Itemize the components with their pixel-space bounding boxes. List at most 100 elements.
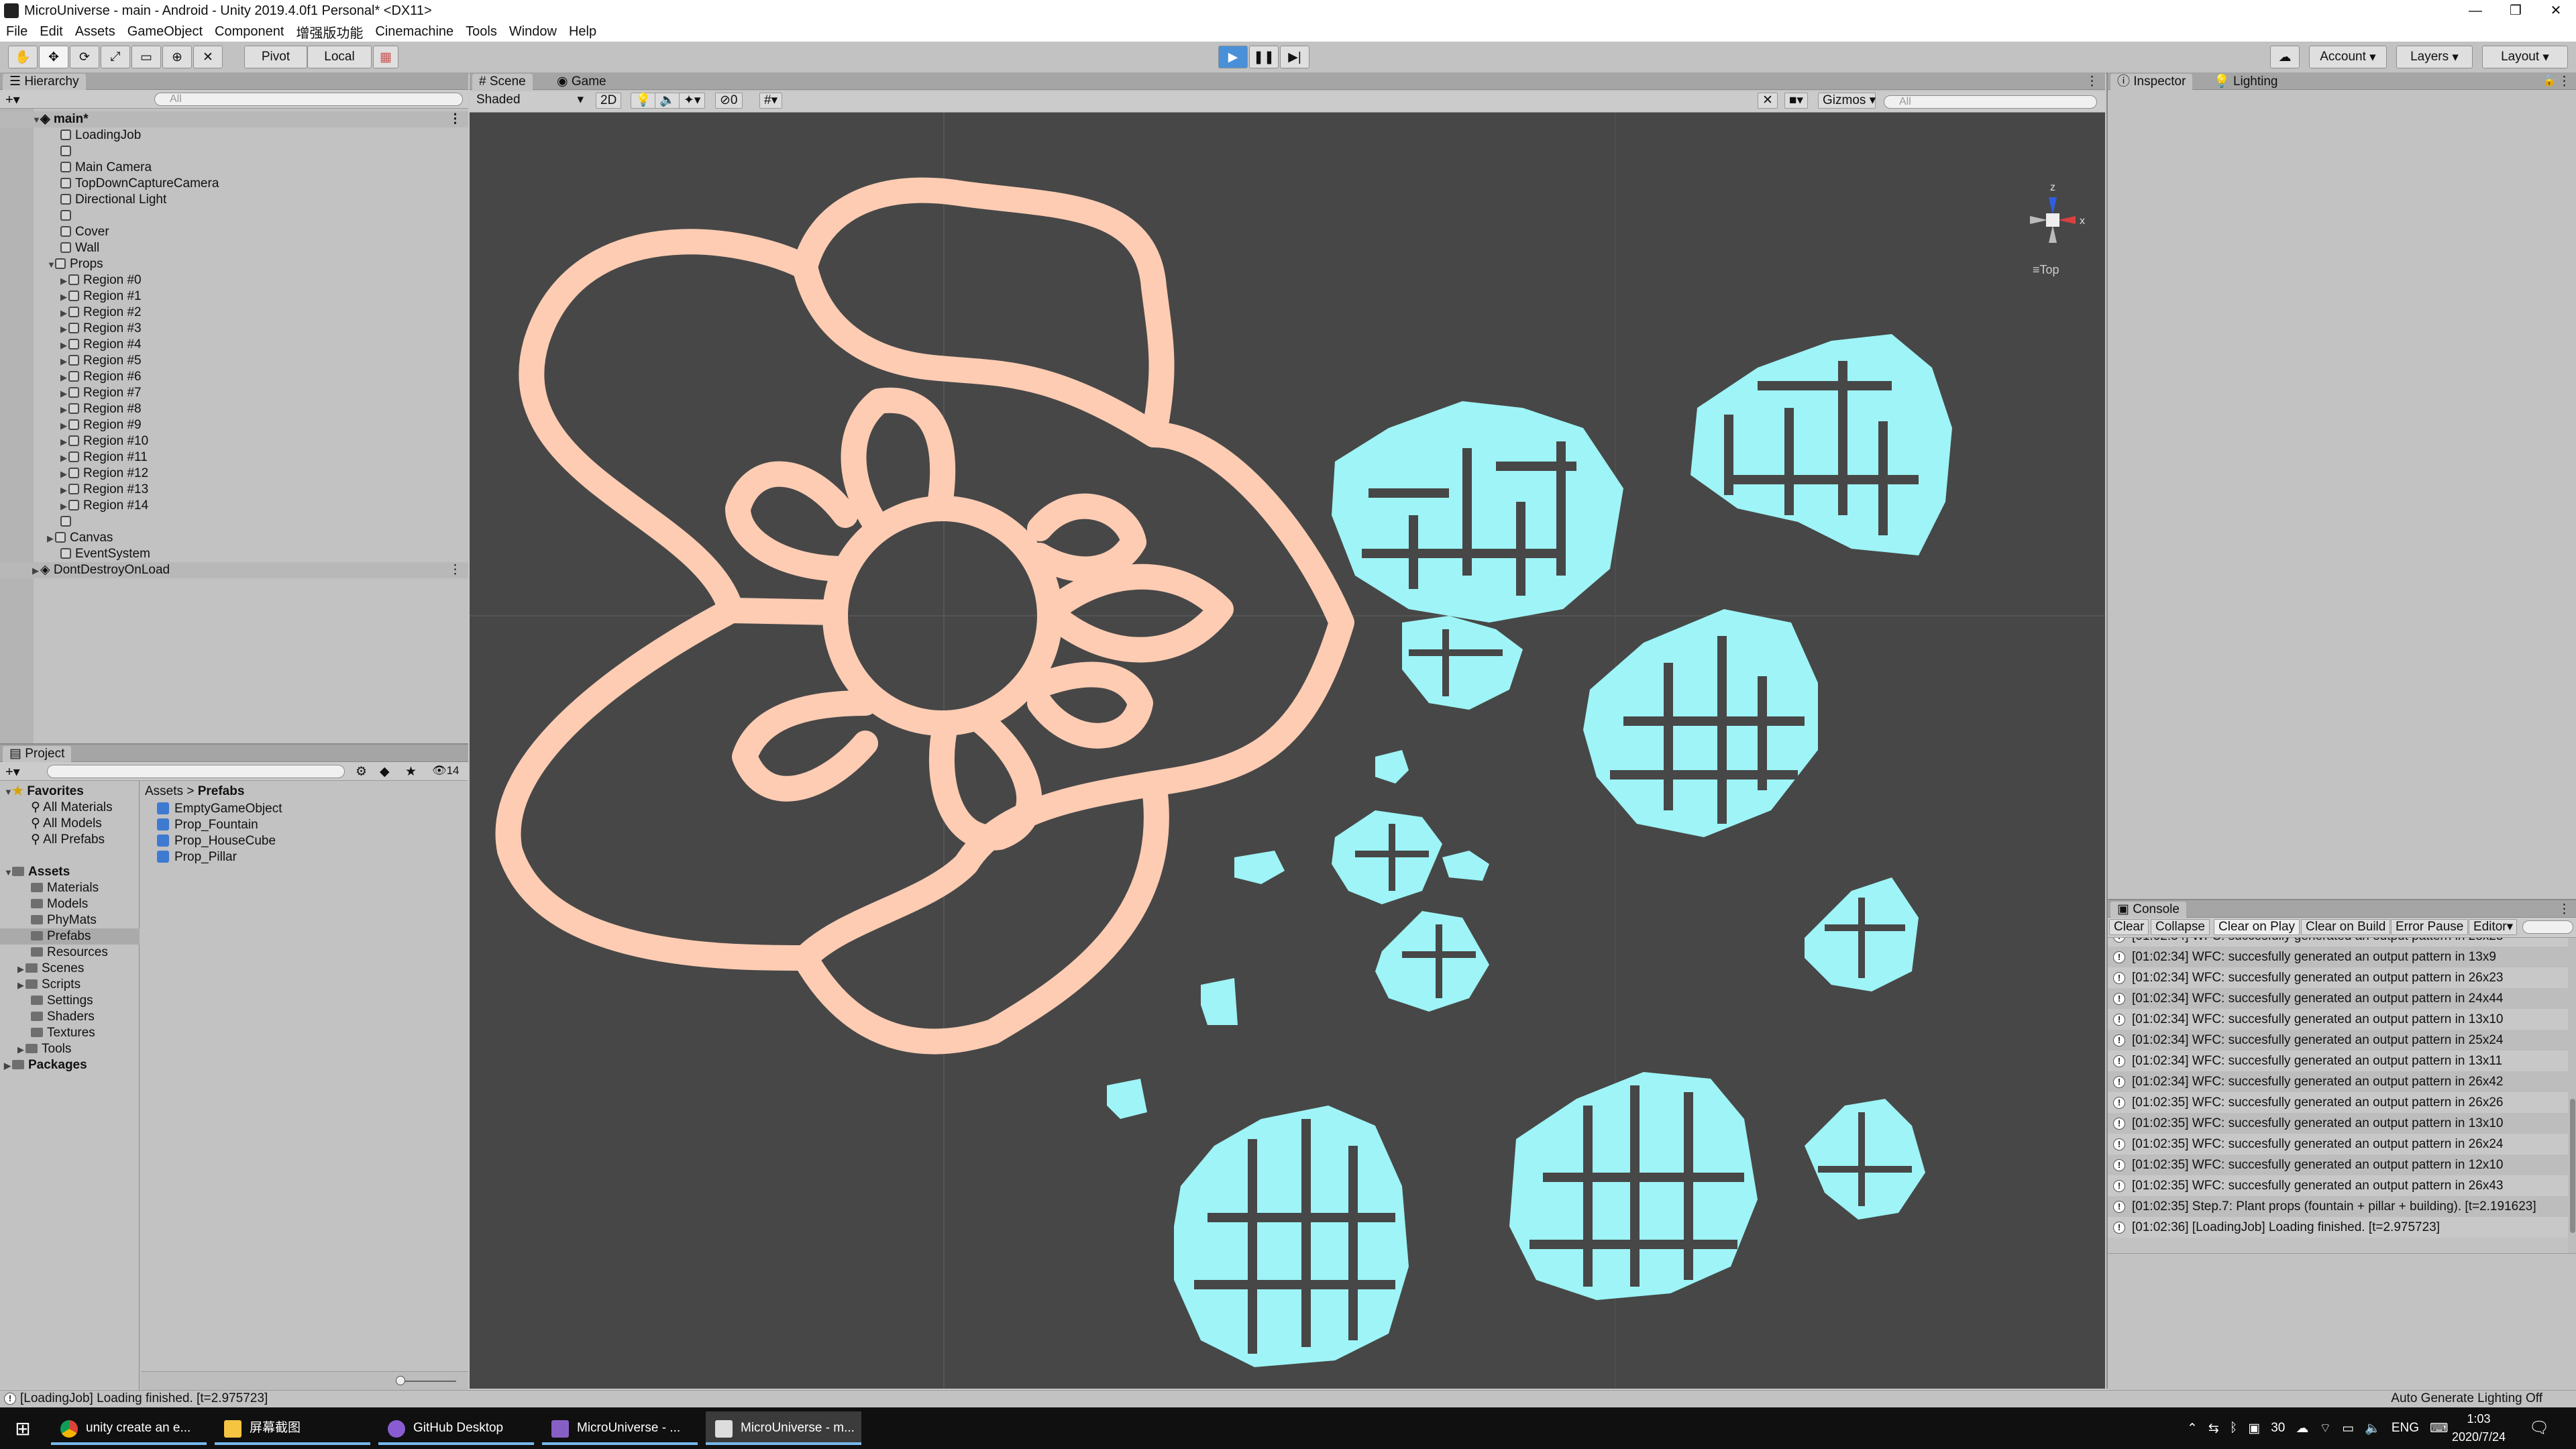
tray-cloud-icon[interactable]: ☁ (2296, 1421, 2308, 1436)
menu-edit[interactable]: Edit (34, 24, 68, 40)
hierarchy-item[interactable]: Main Camera (0, 160, 468, 176)
scene-menu-icon[interactable]: ⋮ (449, 562, 462, 578)
asset-folder[interactable]: Shaders (31, 1009, 95, 1025)
hierarchy-region-item[interactable]: ▶ Region #9 (0, 417, 468, 433)
tray-network-icon[interactable]: ⇆ (2208, 1421, 2219, 1436)
hierarchy-search-input[interactable]: All (154, 93, 463, 106)
console-log-row[interactable]: ! [01:02:35] WFC: succesfully generated a… (2108, 1092, 2568, 1113)
taskbar-app-visual-studio[interactable]: MicroUniverse - ... (542, 1411, 698, 1445)
transform-tool-button[interactable]: ⊕ (162, 46, 192, 68)
status-message[interactable]: [LoadingJob] Loading finished. [t=2.9757… (20, 1391, 268, 1407)
console-clear-on-play-button[interactable]: Clear on Play (2214, 919, 2300, 935)
hierarchy-item[interactable] (0, 514, 468, 530)
start-button[interactable]: ⊞ (0, 1407, 46, 1449)
assets-header[interactable]: ▼ Assets (4, 864, 70, 880)
console-log-row[interactable]: ! [01:02:34] WFC: succesfully generated a… (2108, 988, 2568, 1009)
rect-tool-button[interactable]: ▭ (131, 46, 161, 68)
console-log-row[interactable]: ! [01:02:34] WFC: succesfully generated a… (2108, 967, 2568, 988)
hierarchy-region-item[interactable]: ▶ Region #6 (0, 369, 468, 385)
console-log-row[interactable]: ! [01:02:35] WFC: succesfully generated a… (2108, 1175, 2568, 1196)
scene-viewport[interactable]: z x ≡Top (470, 113, 2105, 1389)
asset-folder[interactable]: Materials (31, 880, 99, 896)
hierarchy-region-item[interactable]: ▶ Region #12 (0, 466, 468, 482)
hierarchy-region-item[interactable]: ▶ Region #8 (0, 401, 468, 417)
console-log-row[interactable]: ! [01:02:34] WFC: succesfully generated a… (2108, 947, 2568, 967)
gizmos-dropdown[interactable]: Gizmos ▾ (1818, 93, 1876, 109)
close-button[interactable]: ✕ (2536, 0, 2576, 21)
asset-folder[interactable]: Resources (31, 945, 108, 961)
menu-window[interactable]: Window (503, 24, 563, 40)
menu-assets[interactable]: Assets (69, 24, 121, 40)
asset-folder[interactable]: Textures (31, 1025, 95, 1041)
lighting-status[interactable]: Auto Generate Lighting Off (2391, 1391, 2542, 1407)
move-tool-button[interactable]: ✥ (39, 46, 68, 68)
breadcrumb-assets[interactable]: Assets (145, 784, 183, 798)
minimize-button[interactable]: — (2455, 0, 2496, 21)
project-create-button[interactable]: +▾ (5, 763, 20, 780)
tray-bluetooth-icon[interactable]: ᛒ (2230, 1421, 2237, 1436)
project-search-input[interactable] (47, 765, 345, 778)
console-error-pause-button[interactable]: Error Pause (2391, 919, 2469, 935)
gizmo-axis-z[interactable] (2049, 197, 2057, 215)
hierarchy-region-item[interactable]: ▶ Region #5 (0, 353, 468, 369)
console-menu-icon[interactable]: ⋮ (2558, 902, 2571, 917)
hierarchy-item[interactable]: Directional Light (0, 192, 468, 208)
favorite-item[interactable]: ⚲ All Prefabs (31, 832, 105, 848)
tools-toggle[interactable]: ✕ (1758, 93, 1778, 109)
console-scrollbar[interactable] (2568, 938, 2576, 1253)
tab-inspector[interactable]: ⓘ Inspector (2110, 74, 2193, 90)
pause-button[interactable]: ❚❚ (1249, 46, 1279, 68)
taskbar-app-unity[interactable]: MicroUniverse - m... (706, 1411, 861, 1445)
prefab-item[interactable]: Prop_Fountain (157, 817, 258, 833)
console-log-row[interactable]: ! [01:02:36] [LoadingJob] Loading finishe… (2108, 1217, 2568, 1238)
scene-row-dontdestroy[interactable]: ▶ ◈ DontDestroyOnLoad ⋮ (0, 562, 468, 578)
taskbar-app-github[interactable]: GitHub Desktop (378, 1411, 534, 1445)
hidden-objects-toggle[interactable]: ⊘0 (715, 93, 743, 109)
custom-tool-button[interactable]: ✕ (193, 46, 223, 68)
hierarchy-region-item[interactable]: ▶ Region #3 (0, 321, 468, 337)
console-search-input[interactable] (2522, 920, 2573, 934)
filter-type-icon[interactable]: ⚙ (356, 764, 367, 780)
hierarchy-item[interactable] (0, 208, 468, 224)
tray-expand-icon[interactable]: ⌃ (2187, 1421, 2198, 1436)
local-toggle[interactable]: Local (307, 46, 372, 68)
collab-button[interactable]: ☁ (2270, 46, 2300, 68)
lighting-toggle[interactable]: 💡 (631, 93, 656, 109)
effects-dropdown[interactable]: ✦▾ (679, 93, 706, 109)
hand-tool-button[interactable]: ✋ (8, 46, 38, 68)
hierarchy-item-props[interactable]: ▼ Props (0, 256, 468, 272)
hierarchy-item[interactable]: TopDownCaptureCamera (0, 176, 468, 192)
hierarchy-item[interactable]: LoadingJob (0, 127, 468, 144)
scale-tool-button[interactable]: ⤢ (101, 46, 130, 68)
shading-mode-dropdown[interactable]: Shaded ▾ (472, 93, 588, 109)
console-log-row[interactable]: ! [01:02:34] WFC: succesfully generated a… (2108, 938, 2568, 947)
hierarchy-region-item[interactable]: ▶ Region #2 (0, 305, 468, 321)
console-log-row[interactable]: ! [01:02:34] WFC: succesfully generated a… (2108, 1009, 2568, 1030)
gizmo-axis-x[interactable] (2058, 216, 2076, 224)
audio-toggle[interactable]: 🔈 (655, 93, 680, 109)
tray-clock[interactable]: 1:03 2020/7/24 (2442, 1410, 2516, 1446)
prefab-item[interactable]: EmptyGameObject (157, 801, 282, 817)
scene-menu-icon[interactable]: ⋮ (449, 111, 462, 127)
camera-dropdown[interactable]: ■▾ (1784, 93, 1809, 109)
tray-wifi-icon[interactable]: ⌔ (2319, 1420, 2331, 1436)
hierarchy-item[interactable] (0, 144, 468, 160)
hierarchy-item[interactable]: EventSystem (0, 546, 468, 562)
gizmo-axis-neg-x[interactable] (2030, 216, 2047, 224)
pivot-toggle[interactable]: Pivot (244, 46, 307, 68)
rotate-tool-button[interactable]: ⟳ (70, 46, 99, 68)
console-log-row[interactable]: ! [01:02:34] WFC: succesfully generated a… (2108, 1051, 2568, 1071)
tab-game[interactable]: ◉ Game (550, 74, 613, 90)
filter-label-icon[interactable]: ◆ (380, 764, 390, 780)
grid-toggle[interactable]: #▾ (759, 93, 783, 109)
menu-tools[interactable]: Tools (460, 24, 503, 40)
scene-search-input[interactable]: All (1884, 95, 2097, 109)
maximize-button[interactable]: ❐ (2496, 0, 2536, 21)
hierarchy-region-item[interactable]: ▶ Region #0 (0, 272, 468, 288)
console-log-row[interactable]: ! [01:02:35] WFC: succesfully generated a… (2108, 1113, 2568, 1134)
taskbar-app-explorer[interactable]: 屏幕截图 (215, 1411, 370, 1445)
layers-dropdown[interactable]: Layers ▾ (2396, 46, 2473, 68)
prefab-item[interactable]: Prop_Pillar (157, 849, 237, 865)
step-button[interactable]: ▶| (1280, 46, 1309, 68)
menu-gameobject[interactable]: GameObject (121, 24, 209, 40)
